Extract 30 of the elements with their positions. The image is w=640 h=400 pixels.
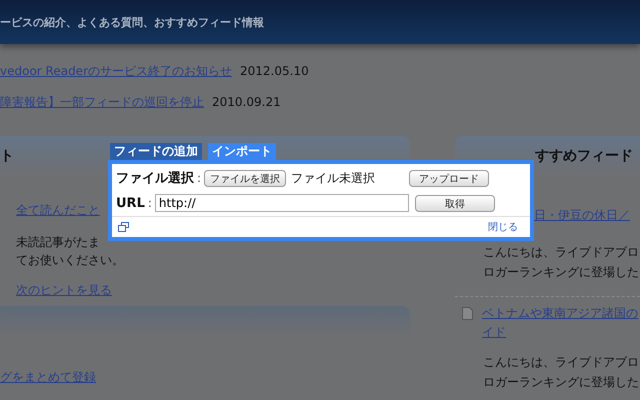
file-status: ファイル未選択 bbox=[291, 170, 376, 186]
feed-description: こんにちは、ライブドアブロ bbox=[483, 354, 640, 371]
feed-description: ロガーランキングに登場した bbox=[483, 374, 640, 391]
tip-text: 未読記事がたま bbox=[16, 234, 101, 251]
next-hint-link[interactable]: 次のヒントを見る bbox=[16, 281, 112, 299]
upload-button[interactable]: アップロード bbox=[409, 170, 490, 186]
close-link[interactable]: 閉じる bbox=[488, 220, 518, 234]
feed-link[interactable]: ベトナムや東南アジア諸国の イド bbox=[482, 304, 638, 342]
dialog-tab[interactable]: フィードの追加 bbox=[110, 143, 202, 160]
panel-title: ト bbox=[0, 147, 14, 165]
panel-title: すすめフィード bbox=[535, 147, 633, 165]
separator: : bbox=[148, 196, 152, 210]
choose-file-button[interactable]: ファイルを選択 bbox=[204, 170, 286, 186]
feed-description: こんにちは、ライブドアブロ bbox=[483, 244, 640, 261]
news-date: 2010.09.21 bbox=[212, 95, 281, 109]
news-date: 2012.05.10 bbox=[240, 64, 309, 78]
fetch-button[interactable]: 取得 bbox=[414, 194, 495, 212]
window-icon[interactable] bbox=[118, 222, 129, 232]
news-link[interactable]: 障害報告】一部フィードの巡回を停止 bbox=[0, 94, 204, 111]
file-label: ファイル選択 bbox=[116, 170, 194, 187]
tip-text: てお使いください。 bbox=[16, 252, 124, 269]
header-text: ービスの紹介、よくある質問、おすすめフィード情報 bbox=[0, 14, 264, 30]
separator: : bbox=[197, 171, 202, 185]
dialog-tab[interactable]: インポート bbox=[208, 143, 276, 160]
tip-link[interactable]: 全て読んだこと bbox=[16, 200, 100, 220]
feed-description: ロガーランキングに登場した bbox=[483, 264, 640, 281]
url-label: URL bbox=[116, 196, 145, 210]
bulk-register-link[interactable]: グをまとめて登録 bbox=[0, 369, 96, 386]
news-link[interactable]: vedoor Readerのサービス終了のお知らせ bbox=[0, 63, 232, 80]
url-field[interactable]: http:// bbox=[154, 194, 409, 212]
